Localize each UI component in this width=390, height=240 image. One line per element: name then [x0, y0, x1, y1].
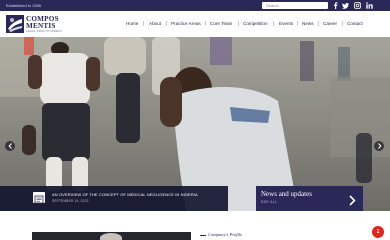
newspaper-icon	[33, 192, 45, 204]
chevron-right-icon	[377, 143, 381, 149]
search-box	[262, 2, 328, 16]
notification-badge[interactable]: 1	[372, 226, 384, 238]
company-profile-label: Company's Profile	[208, 232, 243, 237]
nav-news[interactable]: News	[302, 20, 314, 27]
hero-image	[0, 37, 390, 211]
news-ticker[interactable]: AN OVERVIEW OF THE CONCEPT OF MEDICAL NE…	[0, 186, 228, 211]
chevron-left-icon	[8, 143, 12, 149]
nav-divider	[238, 21, 239, 26]
hero-slider	[0, 37, 390, 211]
logo-line-2: MENTIS	[26, 21, 56, 30]
nav-divider	[318, 21, 319, 26]
news-panel-title: News and updates	[261, 190, 312, 198]
nav-practice-areas[interactable]: Practice Areas	[171, 20, 201, 27]
news-updates-panel[interactable]: News and updates SEE ALL	[256, 186, 363, 211]
slider-prev-button[interactable]	[5, 141, 15, 151]
search-input[interactable]	[266, 2, 316, 9]
nav-divider	[205, 21, 206, 26]
company-profile-heading: Company's Profile	[200, 232, 242, 237]
facebook-icon[interactable]	[330, 1, 340, 10]
news-headline[interactable]: AN OVERVIEW OF THE CONCEPT OF MEDICAL NE…	[52, 192, 198, 197]
chevron-right-icon[interactable]	[348, 193, 356, 206]
nav-competition[interactable]: Competition	[243, 20, 268, 27]
nav-career[interactable]: Career	[323, 20, 337, 27]
logo-tagline: LEGAL PRACTITIONERS	[26, 30, 62, 33]
nav-events[interactable]: Events	[279, 20, 293, 27]
nav-divider	[143, 21, 144, 26]
see-all-link[interactable]: SEE ALL	[261, 200, 277, 204]
heading-dash	[200, 234, 206, 236]
instagram-icon[interactable]	[352, 1, 362, 10]
nav-contact[interactable]: Contact	[347, 20, 363, 27]
profile-image	[32, 232, 191, 240]
nav-home[interactable]: Home	[126, 20, 138, 27]
top-bar: Established in 1985	[0, 0, 390, 11]
logo-wordmark[interactable]: COMPOS MENTIS	[26, 16, 59, 30]
nav-about[interactable]: About	[149, 20, 161, 27]
logo-icon[interactable]	[6, 15, 24, 33]
nav-divider	[273, 21, 274, 26]
established-text: Established in 1985	[6, 3, 41, 8]
news-date: SEPTEMBER 14, 2023	[52, 199, 89, 203]
profile-photo	[100, 233, 122, 240]
twitter-icon[interactable]	[340, 1, 350, 10]
nav-divider	[297, 21, 298, 26]
nav-divider	[166, 21, 167, 26]
search-icon[interactable]	[320, 3, 326, 16]
site-header: COMPOS MENTIS LEGAL PRACTITIONERS Home A…	[0, 11, 390, 37]
nav-divider	[342, 21, 343, 26]
nav-core-team[interactable]: Core Team	[210, 20, 232, 27]
slider-next-button[interactable]	[374, 141, 384, 151]
linkedin-icon[interactable]	[364, 1, 374, 10]
